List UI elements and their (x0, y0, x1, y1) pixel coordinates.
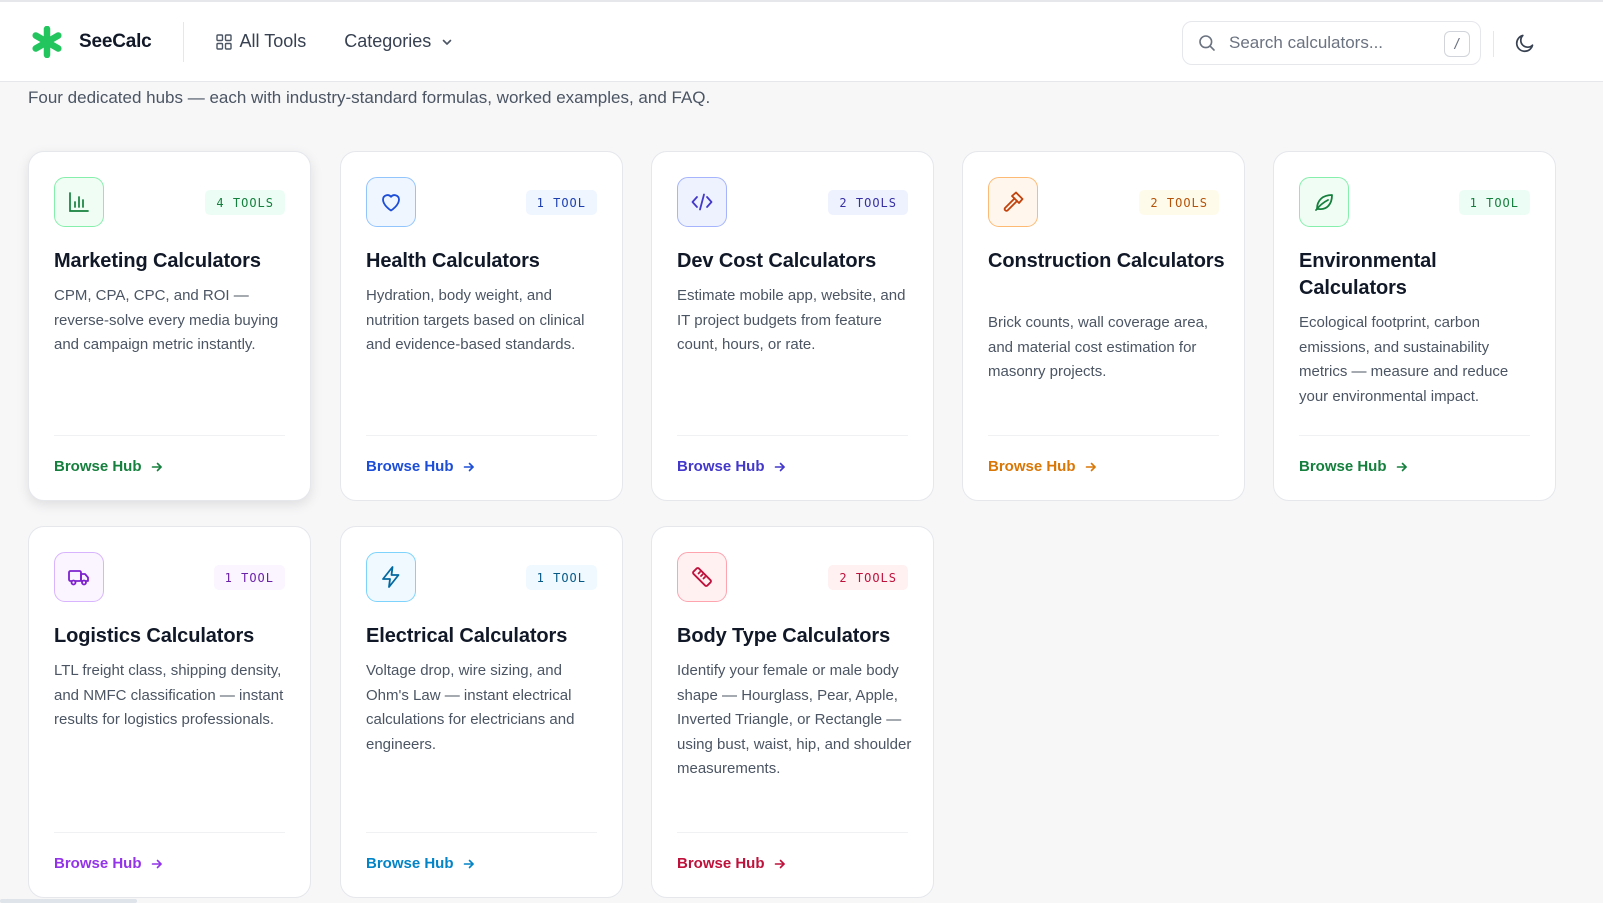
hub-description: Identify your female or male body shape … (677, 662, 912, 777)
ruler-icon (692, 567, 712, 587)
chevron-down-icon (442, 39, 452, 45)
browse-hub-label: Browse Hub (1299, 458, 1387, 475)
hub-title: Body Type Calculators (677, 625, 891, 647)
header-divider-right (1493, 31, 1494, 57)
card-divider (677, 832, 908, 833)
hub-title: Construction Calculators (988, 250, 1225, 272)
lightning-icon (382, 566, 400, 588)
tool-count-badge: 4 TOOLS (205, 190, 285, 215)
arrow-right-icon (151, 859, 162, 868)
hub-title: Logistics Calculators (54, 625, 255, 647)
search-box[interactable]: / (1182, 21, 1481, 65)
hub-icon-box (366, 177, 416, 227)
card-divider (1299, 435, 1530, 436)
card-divider (54, 435, 285, 436)
browse-hub-link[interactable]: Browse Hub (1299, 458, 1408, 475)
header-divider (182, 21, 184, 62)
leaf-icon (1315, 194, 1333, 211)
browse-hub-label: Browse Hub (54, 458, 142, 475)
hub-card-environmental[interactable]: 1 TOOL Environmental Calculators Ecologi… (1273, 151, 1556, 501)
browse-hub-label: Browse Hub (677, 855, 765, 872)
arrow-right-icon (463, 859, 474, 868)
browse-hub-label: Browse Hub (54, 855, 142, 872)
card-divider (366, 435, 597, 436)
top-navigation-bar: SeeCalc All Tools Categories / (0, 0, 1603, 82)
hub-icon-box (988, 177, 1038, 227)
hub-description: CPM, CPA, CPC, and ROI — reverse-solve e… (54, 287, 279, 353)
hammer-icon (1003, 191, 1024, 212)
nav-categories-label: Categories (344, 31, 432, 51)
hub-icon-box (677, 552, 727, 602)
hub-title: Health Calculators (366, 250, 540, 272)
tool-count-badge: 1 TOOL (1458, 190, 1530, 215)
browse-hub-label: Browse Hub (366, 458, 454, 475)
arrow-right-icon (151, 462, 162, 471)
hub-title: Electrical Calculators (366, 625, 568, 647)
browse-hub-label: Browse Hub (988, 458, 1076, 475)
browse-hub-link[interactable]: Browse Hub (366, 458, 475, 475)
hub-description: Voltage drop, wire sizing, and Ohm's Law… (366, 662, 575, 753)
browse-hub-label: Browse Hub (366, 855, 454, 872)
bar-chart-icon (69, 192, 89, 212)
hub-card-marketing[interactable]: 4 TOOLS Marketing Calculators CPM, CPA, … (28, 151, 311, 501)
grid-icon (215, 33, 232, 50)
browse-hub-link[interactable]: Browse Hub (677, 855, 786, 872)
browse-hub-link[interactable]: Browse Hub (366, 855, 475, 872)
browse-hub-link[interactable]: Browse Hub (677, 458, 786, 475)
hub-description: Hydration, body weight, and nutrition ta… (366, 287, 585, 353)
code-icon (691, 193, 713, 211)
tool-count-badge: 2 TOOLS (1139, 190, 1219, 215)
browse-hub-link[interactable]: Browse Hub (988, 458, 1097, 475)
nav-categories-dropdown[interactable]: Categories (344, 31, 453, 52)
hub-card-logistics[interactable]: 1 TOOL Logistics Calculators LTL freight… (28, 526, 311, 898)
hub-description: LTL freight class, shipping density, and… (54, 662, 284, 728)
arrow-right-icon (1085, 462, 1096, 471)
hub-card-health[interactable]: 1 TOOL Health Calculators Hydration, bod… (340, 151, 623, 501)
browse-hub-link[interactable]: Browse Hub (54, 855, 163, 872)
heart-icon (382, 194, 400, 212)
moon-icon[interactable] (1514, 32, 1536, 54)
search-icon (1199, 35, 1215, 51)
hub-icon-box (677, 177, 727, 227)
arrow-right-icon (774, 859, 785, 868)
hub-icon-box (1299, 177, 1349, 227)
hub-description: Brick counts, wall coverage area, and ma… (988, 314, 1209, 380)
arrow-right-icon (463, 462, 474, 471)
hub-card-dev-cost[interactable]: 2 TOOLS Dev Cost Calculators Estimate mo… (651, 151, 934, 501)
browse-hub-label: Browse Hub (677, 458, 765, 475)
tool-count-badge: 1 TOOL (525, 190, 597, 215)
tool-count-badge: 2 TOOLS (828, 190, 908, 215)
card-divider (677, 435, 908, 436)
arrow-right-icon (1396, 462, 1407, 471)
card-divider (366, 832, 597, 833)
search-shortcut-key: / (1444, 31, 1470, 57)
truck-icon (68, 570, 89, 586)
tool-count-badge: 1 TOOL (213, 565, 285, 590)
section-subtitle: Four dedicated hubs — each with industry… (28, 88, 711, 107)
card-divider (54, 832, 285, 833)
asterisk-logo-icon (32, 25, 62, 58)
search-input[interactable] (1229, 33, 1429, 53)
hub-description: Ecological footprint, carbon emissions, … (1299, 314, 1509, 405)
hub-card-body-type[interactable]: 2 TOOLS Body Type Calculators Identify y… (651, 526, 934, 898)
nav-all-tools-label: All Tools (239, 31, 307, 51)
hub-title: Marketing Calculators (54, 250, 261, 272)
brand-name: SeeCalc (79, 30, 152, 52)
hub-icon-box (54, 177, 104, 227)
card-divider (988, 435, 1219, 436)
hub-description: Estimate mobile app, website, and IT pro… (677, 287, 906, 353)
hub-card-construction[interactable]: 2 TOOLS Construction Calculators Brick c… (962, 151, 1245, 501)
tool-count-badge: 2 TOOLS (828, 565, 908, 590)
hub-icon-box (54, 552, 104, 602)
arrow-right-icon (774, 462, 785, 471)
tool-count-badge: 1 TOOL (525, 565, 597, 590)
brand-logo-link[interactable]: SeeCalc (31, 25, 152, 58)
hub-card-electrical[interactable]: 1 TOOL Electrical Calculators Voltage dr… (340, 526, 623, 898)
hub-title: Environmental Calculators (1299, 250, 1437, 299)
horizontal-scrollbar[interactable] (0, 899, 137, 903)
hub-icon-box (366, 552, 416, 602)
nav-all-tools[interactable]: All Tools (215, 31, 307, 52)
browse-hub-link[interactable]: Browse Hub (54, 458, 163, 475)
hub-title: Dev Cost Calculators (677, 250, 877, 272)
